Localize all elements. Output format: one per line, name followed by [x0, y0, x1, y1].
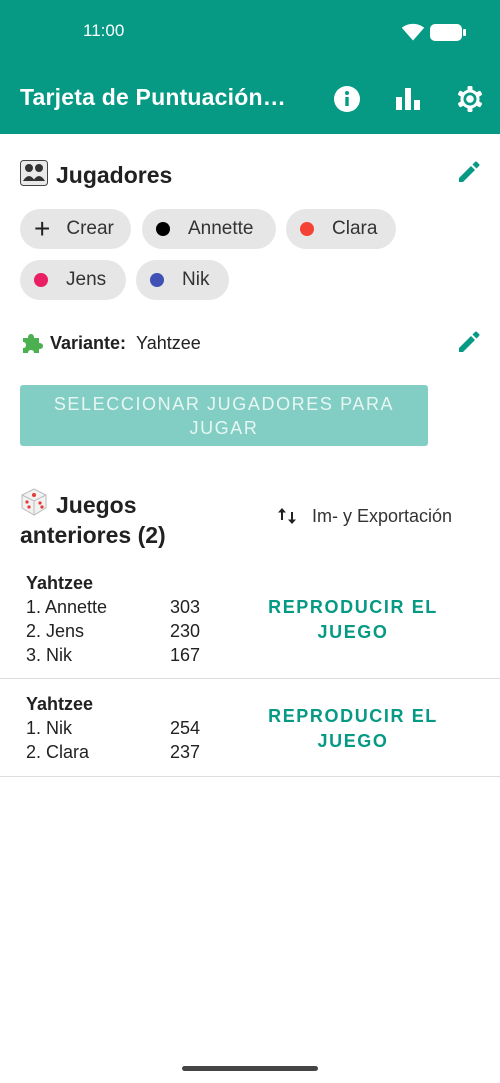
app-bar: 11:00 Tarjeta de Puntuación…	[0, 0, 500, 134]
player-chip-label: Annette	[188, 218, 254, 239]
status-time: 11:00	[83, 21, 125, 40]
edit-variant-icon[interactable]	[456, 329, 482, 355]
select-players-button[interactable]: SELECCIONAR JUGADORES PARA JUGAR	[20, 385, 428, 446]
player-chip-annette[interactable]: Annette	[142, 209, 276, 249]
screen: 11:00 Tarjeta de Puntuación… Jugadores +…	[0, 0, 500, 1083]
game-name: Yahtzee	[26, 694, 94, 714]
create-player-chip[interactable]: + Crear	[20, 209, 131, 249]
players-title: Jugadores	[56, 162, 173, 188]
plus-icon: +	[34, 213, 51, 244]
replay-game-button[interactable]: REPRODUCIR EL JUEGO	[250, 595, 456, 645]
people-emoji-icon	[20, 160, 48, 186]
create-chip-label: Crear	[66, 218, 114, 239]
game-card: Yahtzee 1. Annette 303 2. Jens 230 3. Ni…	[0, 572, 500, 678]
variant-row: Variante: Yahtzee	[20, 330, 201, 356]
previous-games-heading: Juegos anteriores (2)	[20, 488, 240, 550]
import-export-button[interactable]: Im- y Exportación	[276, 505, 452, 527]
players-heading: Jugadores	[20, 160, 172, 189]
player-chip-label: Jens	[66, 269, 107, 290]
score-points: 230	[170, 621, 201, 641]
player-chip-label: Clara	[332, 218, 378, 239]
puzzle-emoji-icon	[23, 334, 43, 353]
player-chip-jens[interactable]: Jens	[20, 260, 126, 300]
score-player: 3. Nik	[26, 645, 73, 665]
replay-game-button[interactable]: REPRODUCIR EL JUEGO	[250, 704, 456, 754]
score-player: 1. Annette	[26, 597, 108, 617]
settings-icon[interactable]	[455, 84, 485, 114]
dice-emoji-icon	[21, 488, 47, 516]
player-color-dot	[34, 273, 48, 287]
player-color-dot	[300, 222, 314, 236]
player-chip-nik[interactable]: Nik	[136, 260, 229, 300]
score-player: 2. Clara	[26, 742, 90, 762]
edit-players-icon[interactable]	[456, 159, 482, 185]
game-card: Yahtzee 1. Nik 254 2. Clara 237 REPRODUC…	[0, 693, 500, 775]
score-points: 254	[170, 718, 201, 738]
import-export-label: Im- y Exportación	[312, 505, 453, 526]
variant-value: Yahtzee	[136, 332, 201, 353]
score-player: 1. Nik	[26, 718, 73, 738]
score-points: 167	[170, 645, 201, 665]
game-name: Yahtzee	[26, 573, 94, 593]
variant-label: Variante:	[50, 332, 127, 353]
info-icon[interactable]	[332, 84, 362, 114]
wifi-icon	[401, 23, 425, 41]
divider	[0, 678, 500, 679]
battery-icon	[430, 24, 466, 41]
divider	[0, 776, 500, 777]
score-points: 237	[170, 742, 201, 762]
swap-vertical-icon	[278, 508, 296, 524]
player-color-dot	[150, 273, 164, 287]
player-chip-label: Nik	[182, 269, 210, 290]
gesture-nav-handle[interactable]	[182, 1066, 318, 1071]
app-title: Tarjeta de Puntuación…	[20, 84, 286, 110]
score-player: 2. Jens	[26, 621, 85, 641]
player-chip-clara[interactable]: Clara	[286, 209, 396, 249]
score-points: 303	[170, 597, 201, 617]
bar-chart-icon[interactable]	[393, 84, 423, 114]
player-color-dot	[156, 222, 170, 236]
